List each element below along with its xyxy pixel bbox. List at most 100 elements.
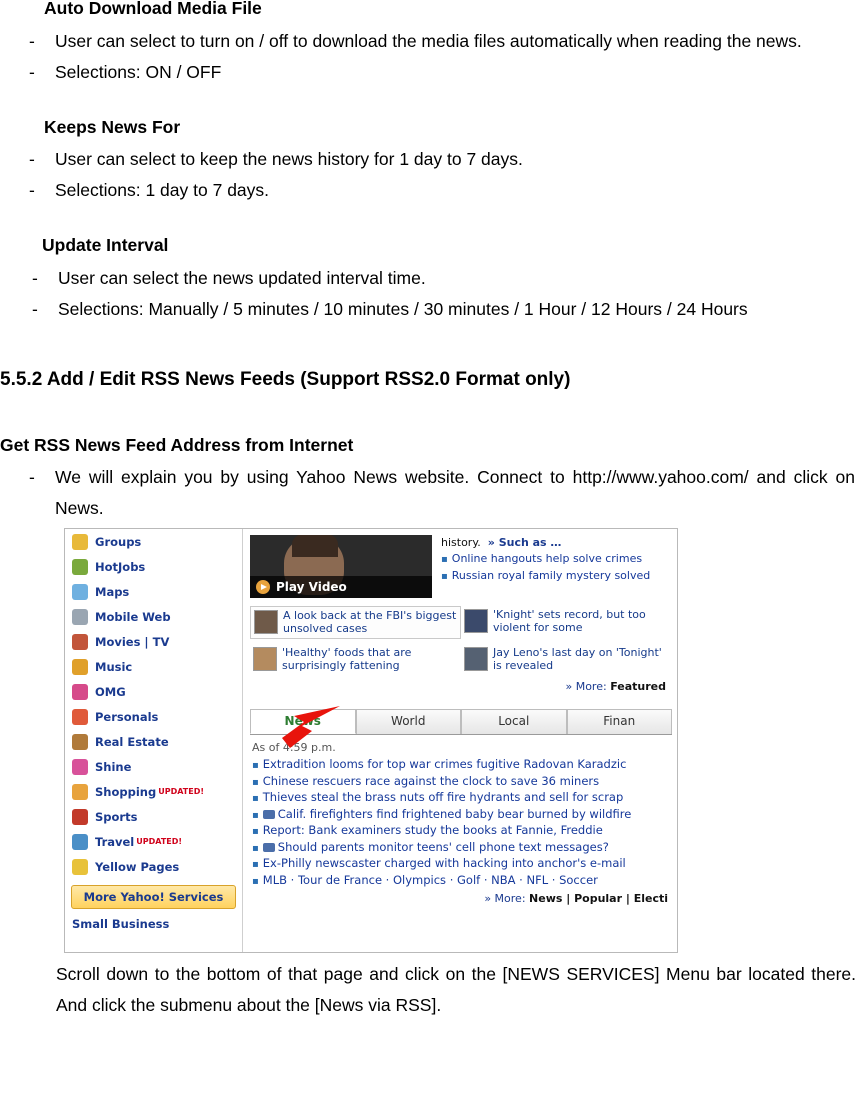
sidebar-item-movies-tv[interactable]: Movies | TV <box>65 629 242 654</box>
sidebar-item-label: Real Estate <box>95 734 169 749</box>
more-featured-prefix: » More: <box>565 680 607 693</box>
news-services-keyword: NEWS SERVICES <box>507 964 655 984</box>
sidebar-item-groups[interactable]: Groups <box>65 529 242 554</box>
bullet-dash: - <box>29 467 35 487</box>
headline-item[interactable]: Report: Bank examiners study the books a… <box>252 823 672 840</box>
sidebar-item-shopping[interactable]: Shopping UPDATED! <box>65 779 242 804</box>
bullet-text: User can select to turn on / off to down… <box>55 30 802 51</box>
sidebar-item-label: Personals <box>95 709 159 724</box>
updated-badge: UPDATED! <box>158 787 204 796</box>
more-yahoo-services-button[interactable]: More Yahoo! Services <box>71 885 236 909</box>
video-camera-icon <box>262 809 275 819</box>
top-right-list: history. » Such as … Online hangouts hel… <box>432 535 677 598</box>
headline-item[interactable]: Calif. firefighters find frightened baby… <box>252 807 672 824</box>
bullet-text: We will explain you by using Yahoo News … <box>55 467 855 518</box>
play-video-bar[interactable]: Play Video <box>250 576 432 598</box>
sidebar-item-sports[interactable]: Sports <box>65 804 242 829</box>
sidebar-item-real-estate[interactable]: Real Estate <box>65 729 242 754</box>
thumbnail-row: 'Healthy' foods that are surprisingly fa… <box>250 644 672 675</box>
sidebar-item-music[interactable]: Music <box>65 654 242 679</box>
sports-icon <box>72 808 88 825</box>
bullet-item: - Selections: ON / OFF <box>0 57 864 88</box>
sidebar-item-label: Music <box>95 659 133 674</box>
updated-badge: UPDATED! <box>136 837 183 846</box>
thumbnail-image <box>464 647 488 671</box>
shopping-icon <box>72 783 88 800</box>
bullet-item: - We will explain you by using Yahoo New… <box>0 462 864 524</box>
sidebar-item-label: Travel <box>95 834 135 849</box>
tab-local[interactable]: Local <box>461 709 567 734</box>
section-auto-download: Auto Download Media File - User can sele… <box>0 0 864 88</box>
thumbnail-item[interactable]: 'Knight' sets record, but too violent fo… <box>461 606 672 639</box>
thumbnail-item[interactable]: A look back at the FBI's biggest unsolve… <box>250 606 461 639</box>
list-item[interactable]: Russian royal family mystery solved <box>441 568 677 585</box>
more-featured-link[interactable]: Featured <box>610 680 666 693</box>
groups-icon <box>72 533 88 550</box>
shine-icon <box>72 758 88 775</box>
thumbnail-row: A look back at the FBI's biggest unsolve… <box>250 606 672 639</box>
sidebar-item-omg[interactable]: OMG <box>65 679 242 704</box>
real-estate-icon <box>72 733 88 750</box>
travel-icon <box>72 833 88 850</box>
bullet-dash: - <box>29 61 35 82</box>
sidebar-item-label: Mobile Web <box>95 609 171 624</box>
headline-item[interactable]: Ex-Philly newscaster charged with hackin… <box>252 856 672 873</box>
featured-video-row: Play Video history. » Such as … Online h… <box>244 529 677 598</box>
bullet-dash: - <box>29 180 35 200</box>
section-title: Keeps News For <box>44 116 181 137</box>
bullet-item: - User can select to turn on / off to do… <box>0 26 864 57</box>
headline-item[interactable]: Thieves steal the brass nuts off fire hy… <box>252 790 672 807</box>
omg-icon <box>72 683 88 700</box>
bullet-text: User can select to keep the news history… <box>55 149 523 169</box>
play-icon <box>256 580 270 594</box>
featured-thumbnails: A look back at the FBI's biggest unsolve… <box>250 606 672 693</box>
section-title: Update Interval <box>42 235 169 255</box>
more-featured-row: » More: Featured <box>250 680 672 693</box>
history-text: history. <box>441 536 481 549</box>
video-thumbnail[interactable]: Play Video <box>250 535 432 598</box>
headline-text: Calif. firefighters find frightened baby… <box>277 806 632 821</box>
such-as-link[interactable]: » Such as … <box>488 536 562 549</box>
sidebar-item-mobile-web[interactable]: Mobile Web <box>65 604 242 629</box>
headline-item[interactable]: MLB · Tour de France · Olympics · Golf ·… <box>252 873 672 890</box>
bullet-dash: - <box>32 298 38 319</box>
bullet-text: User can select the news updated interva… <box>58 267 426 288</box>
thumbnail-caption: 'Healthy' foods that are surprisingly fa… <box>282 646 412 672</box>
music-icon <box>72 658 88 675</box>
video-camera-icon <box>262 842 275 852</box>
sidebar-item-yellow-pages[interactable]: Yellow Pages <box>65 854 242 879</box>
bullet-item: - Selections: 1 day to 7 days. <box>0 175 864 206</box>
tab-finance[interactable]: Finan <box>566 709 672 734</box>
sidebar-item-hotjobs[interactable]: HotJobs <box>65 554 242 579</box>
headline-item[interactable]: Should parents monitor teens' cell phone… <box>252 840 672 857</box>
thumbnail-caption: A look back at the FBI's biggest unsolve… <box>283 609 457 635</box>
bullet-text: Selections: ON / OFF <box>55 61 222 82</box>
list-item[interactable]: Online hangouts help solve crimes <box>441 551 677 568</box>
thumbnail-item[interactable]: Jay Leno's last day on 'Tonight' is reve… <box>461 644 672 675</box>
movies-tv-icon <box>72 633 88 650</box>
more-news-prefix: » More: <box>484 892 526 905</box>
more-news-row: » More: News | Popular | Electi <box>252 892 672 905</box>
tail-paragraph: Scroll down to the bottom of that page a… <box>56 959 856 1021</box>
sidebar-item-label: OMG <box>95 684 126 699</box>
more-news-links[interactable]: News | Popular | Electi <box>529 892 668 905</box>
thumbnail-item[interactable]: 'Healthy' foods that are surprisingly fa… <box>250 644 461 675</box>
document-page: Auto Download Media File - User can sele… <box>0 0 864 1107</box>
sidebar-item-maps[interactable]: Maps <box>65 579 242 604</box>
tab-world[interactable]: World <box>355 709 461 734</box>
red-arrow-annotation <box>282 706 340 748</box>
sidebar-item-label: Shine <box>95 759 132 774</box>
sidebar-item-travel[interactable]: Travel UPDATED! <box>65 829 242 854</box>
play-video-label: Play Video <box>276 580 347 594</box>
heading-5-5-2: 5.5.2 Add / Edit RSS News Feeds (Support… <box>0 368 571 390</box>
thumbnail-caption: 'Knight' sets record, but too violent fo… <box>493 608 646 634</box>
bullet-item: - Selections: Manually / 5 minutes / 10 … <box>0 294 864 325</box>
bullet-item: - User can select to keep the news histo… <box>0 144 864 175</box>
sidebar-item-personals[interactable]: Personals <box>65 704 242 729</box>
sidebar-item-shine[interactable]: Shine <box>65 754 242 779</box>
sidebar-item-small-business[interactable]: Small Business <box>72 917 242 931</box>
headline-item[interactable]: Extradition looms for top war crimes fug… <box>252 757 672 774</box>
hotjobs-icon <box>72 558 88 575</box>
tail-text-1: Scroll down to the bottom of that page a… <box>56 964 508 984</box>
headline-item[interactable]: Chinese rescuers race against the clock … <box>252 774 672 791</box>
